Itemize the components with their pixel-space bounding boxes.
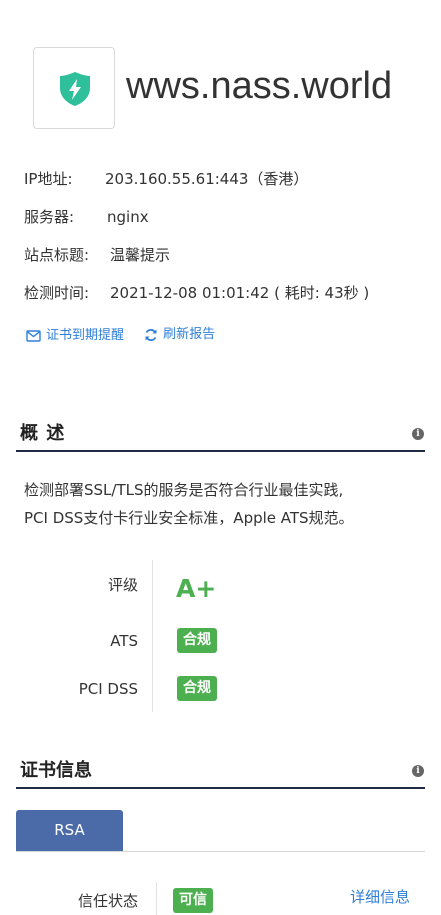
- ip-row: IP地址: 203.160.55.61:443（香港）: [24, 168, 308, 190]
- ats-status-badge: 合规: [177, 628, 217, 653]
- grade-divider: [152, 560, 153, 712]
- detail-info-link[interactable]: 详细信息: [350, 886, 410, 908]
- check-time-label: 检测时间:: [24, 284, 90, 302]
- cert-reminder-link[interactable]: 证书到期提醒: [26, 326, 124, 346]
- grade-label: 评级: [107, 576, 138, 594]
- check-time-value: 2021-12-08 01:01:42 ( 耗时: 43秒 ): [110, 284, 370, 302]
- refresh-report-link[interactable]: 刷新报告: [144, 325, 215, 345]
- grade-value: A+: [176, 574, 217, 603]
- overview-description: 检测部署SSL/TLS的服务是否符合行业最佳实践, PCI DSS支付卡行业安全…: [24, 476, 354, 532]
- trust-divider: [156, 882, 157, 915]
- overview-info-icon[interactable]: i: [412, 428, 424, 440]
- site-logo: [33, 47, 115, 129]
- tab-rsa[interactable]: RSA: [16, 810, 123, 851]
- refresh-icon: [145, 329, 157, 341]
- overview-desc-line2: PCI DSS支付卡行业安全标准，Apple ATS规范。: [24, 509, 354, 527]
- site-title-value: 温馨提示: [110, 246, 171, 264]
- site-title-label: 站点标题:: [24, 246, 90, 264]
- pci-dss-label: PCI DSS: [78, 680, 138, 698]
- cert-reminder-label: 证书到期提醒: [46, 328, 125, 343]
- cert-info-title: 证书信息: [20, 760, 92, 781]
- cert-info-icon[interactable]: i: [412, 765, 424, 777]
- server-value: nginx: [107, 208, 149, 226]
- cert-info-divider: [16, 787, 425, 789]
- tab-underline: [16, 851, 425, 852]
- overview-title: 概 述: [20, 423, 66, 444]
- refresh-report-label: 刷新报告: [163, 327, 216, 342]
- shield-bolt-icon: [60, 72, 90, 106]
- ats-label: ATS: [110, 632, 138, 650]
- ip-value: 203.160.55.61:443（香港）: [105, 170, 309, 188]
- report-actions: 证书到期提醒 刷新报告: [26, 325, 215, 349]
- server-row: 服务器: nginx: [24, 206, 149, 228]
- check-time-row: 检测时间: 2021-12-08 01:01:42 ( 耗时: 43秒 ): [24, 282, 369, 304]
- site-title-row: 站点标题: 温馨提示: [24, 244, 170, 266]
- server-label: 服务器:: [24, 208, 75, 226]
- ssl-report-page: wws.nass.world IP地址: 203.160.55.61:443（香港…: [0, 0, 441, 915]
- overview-desc-line1: 检测部署SSL/TLS的服务是否符合行业最佳实践,: [24, 481, 344, 499]
- mail-icon: [26, 330, 41, 342]
- trust-status-label: 信任状态: [77, 892, 138, 910]
- ip-label: IP地址:: [24, 170, 73, 188]
- overview-divider: [16, 450, 425, 452]
- domain-title: wws.nass.world: [126, 65, 393, 107]
- pci-dss-status-badge: 合规: [177, 676, 217, 701]
- trust-status-badge: 可信: [173, 888, 213, 913]
